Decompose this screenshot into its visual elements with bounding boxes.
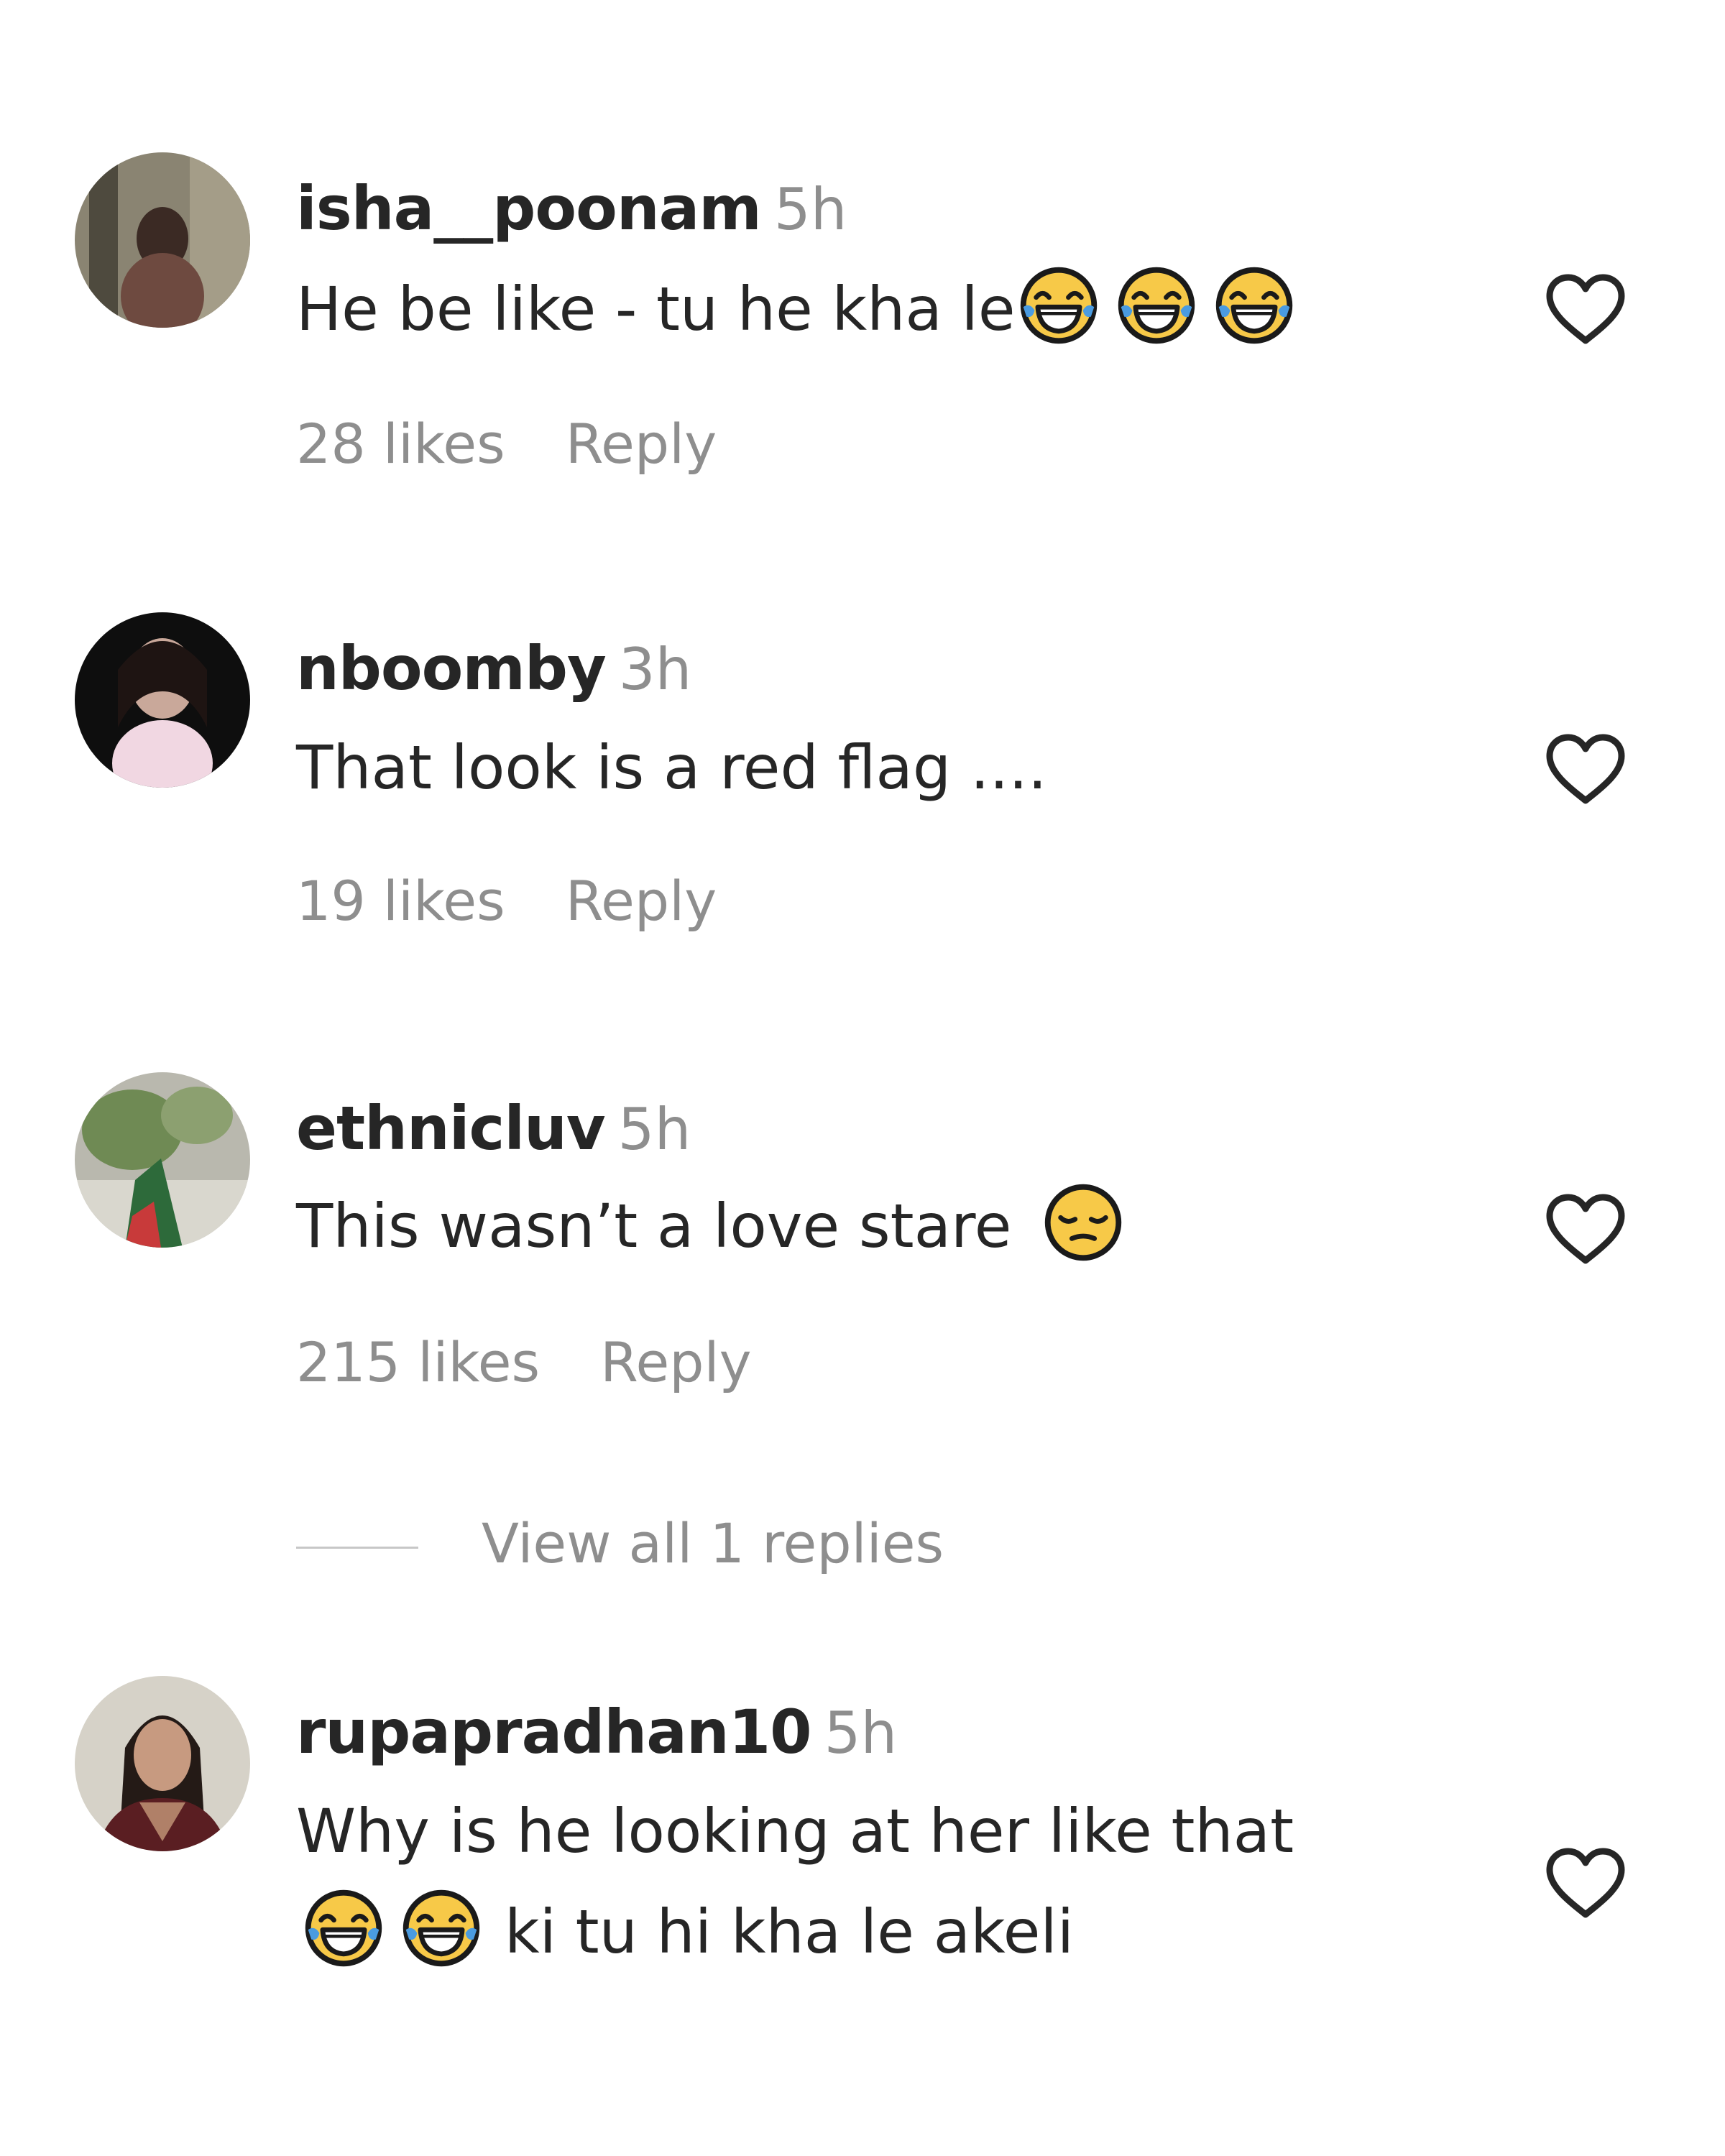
comment-meta: 19 likes Reply — [296, 874, 717, 929]
comment-header: nboomby 3h — [296, 638, 691, 699]
username[interactable]: rupapradhan10 — [296, 1697, 812, 1767]
comment-text-line-2: ki tu hi kha le akeli — [505, 1897, 1075, 1967]
comment-text-content: That look is a red flag .... — [296, 732, 1047, 803]
comment-text-content: This wasn’t a love stare — [296, 1191, 1012, 1261]
tears-of-joy-emoji — [1214, 265, 1294, 346]
username[interactable]: nboomby — [296, 633, 607, 704]
comment-text: That look is a red flag .... — [296, 717, 1047, 818]
heart-outline-icon[interactable] — [1544, 1192, 1627, 1266]
heart-outline-icon[interactable] — [1544, 272, 1627, 346]
comment-text: He be like - tu he kha le — [296, 259, 1312, 359]
comment-header: isha__poonam 5h — [296, 178, 847, 239]
heart-outline-icon[interactable] — [1544, 1846, 1627, 1920]
view-replies-button[interactable]: View all 1 replies — [296, 1516, 944, 1571]
heart-outline-icon[interactable] — [1544, 732, 1627, 806]
tears-of-joy-emoji — [1018, 265, 1099, 346]
avatar[interactable] — [75, 1072, 250, 1248]
comment-text-content: He be like - tu he kha le — [296, 274, 1016, 344]
comment-text: ki tu hi kha le akeli — [296, 1881, 1074, 1982]
avatar[interactable] — [75, 1676, 250, 1851]
reply-button[interactable]: Reply — [566, 412, 717, 476]
tears-of-joy-emoji — [401, 1888, 482, 1968]
avatar[interactable] — [75, 152, 250, 328]
likes-count[interactable]: 19 likes — [296, 869, 505, 933]
comment-meta: 28 likes Reply — [296, 417, 717, 471]
timestamp: 5h — [617, 1096, 691, 1163]
likes-count[interactable]: 215 likes — [296, 1330, 540, 1394]
tears-of-joy-emoji — [1116, 265, 1197, 346]
comment-header: ethnicluv 5h — [296, 1098, 691, 1158]
username[interactable]: ethnicluv — [296, 1093, 606, 1164]
comment-text: Why is he looking at her like that — [296, 1781, 1294, 1881]
comment-header: rupapradhan10 5h — [296, 1702, 897, 1762]
reply-button[interactable]: Reply — [566, 869, 717, 933]
timestamp: 5h — [824, 1700, 898, 1766]
timestamp: 3h — [618, 636, 692, 703]
comment-meta: 215 likes Reply — [296, 1335, 752, 1390]
likes-count[interactable]: 28 likes — [296, 412, 505, 476]
avatar[interactable] — [75, 612, 250, 788]
pensive-face-emoji — [1043, 1182, 1123, 1263]
reply-button[interactable]: Reply — [600, 1330, 751, 1394]
comment-text-line-1: Why is he looking at her like that — [296, 1796, 1294, 1866]
timestamp: 5h — [773, 176, 847, 243]
tears-of-joy-emoji — [303, 1888, 384, 1968]
replies-divider — [296, 1546, 418, 1549]
view-replies-label[interactable]: View all 1 replies — [482, 1511, 944, 1575]
username[interactable]: isha__poonam — [296, 173, 762, 244]
comment-text: This wasn’t a love stare — [296, 1176, 1141, 1276]
